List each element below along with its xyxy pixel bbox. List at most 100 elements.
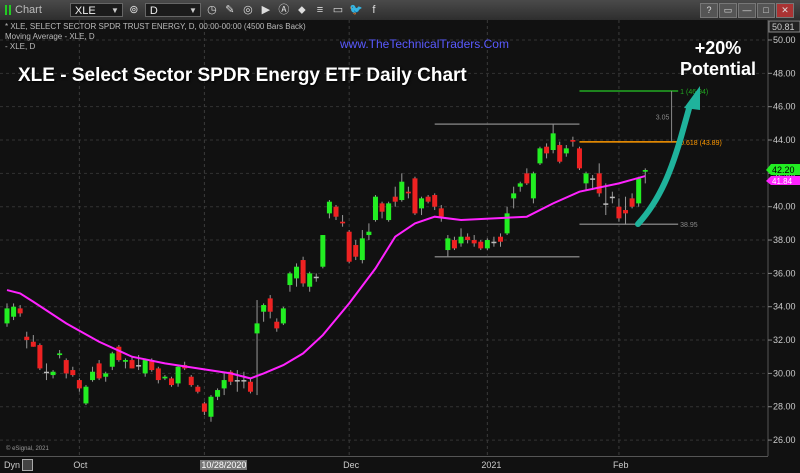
- candle-body: [57, 353, 63, 356]
- candle-body: [603, 203, 609, 205]
- candle-body: [247, 381, 253, 392]
- candle-body: [254, 323, 260, 334]
- candle: [116, 345, 122, 362]
- candle-body: [386, 203, 392, 221]
- candle-body: [50, 371, 56, 376]
- candle-body: [103, 373, 109, 377]
- candle-body: [17, 308, 23, 314]
- candle-body: [405, 191, 411, 194]
- candle-body: [544, 146, 550, 154]
- candle-body: [76, 380, 82, 389]
- y-tick-label: 26.00: [773, 435, 796, 445]
- candle: [280, 306, 286, 326]
- candle-body: [366, 231, 372, 236]
- candle-body: [287, 273, 293, 286]
- candle-body: [142, 360, 148, 374]
- candle-body: [96, 363, 102, 379]
- candle: [37, 343, 43, 371]
- candle-body: [511, 193, 517, 199]
- y-tick-label: 32.00: [773, 335, 796, 345]
- candle-body: [30, 341, 36, 347]
- candle-body: [379, 203, 385, 212]
- candle-body: [307, 273, 313, 287]
- candle-body: [353, 245, 359, 257]
- candle-body: [346, 231, 352, 262]
- y-tick-label: 38.00: [773, 235, 796, 245]
- candle-body: [261, 305, 267, 312]
- x-tick-label: Oct: [73, 460, 88, 470]
- y-tick-label: 36.00: [773, 268, 796, 278]
- candle-body: [43, 371, 49, 374]
- candle-body: [129, 360, 135, 369]
- candle-body: [24, 336, 30, 341]
- swing-low-label: 38.95: [680, 222, 698, 229]
- scale-icon[interactable]: [22, 459, 33, 471]
- candle-body: [11, 306, 17, 317]
- candle-body: [458, 236, 464, 244]
- candle-body: [320, 235, 326, 267]
- candle-body: [484, 240, 490, 249]
- candle-body: [280, 308, 286, 324]
- candle-body: [530, 173, 536, 199]
- dyn-button[interactable]: Dyn: [4, 460, 20, 470]
- ma-price-label: 41.84: [772, 177, 793, 186]
- candle-body: [517, 183, 523, 187]
- candle: [83, 385, 89, 406]
- candle-body: [445, 238, 451, 251]
- candle-body: [616, 206, 622, 219]
- candle-body: [583, 173, 589, 184]
- candle-body: [90, 371, 96, 381]
- candle-body: [208, 396, 214, 417]
- candle: [188, 375, 194, 387]
- candle-body: [609, 196, 615, 199]
- candle-body: [83, 386, 89, 404]
- potential-percent: +20%: [694, 38, 742, 58]
- candle-body: [557, 145, 563, 162]
- y-tick-label: 50.00: [773, 35, 796, 45]
- y-tick-label: 28.00: [773, 402, 796, 412]
- x-tick-label: Dec: [343, 460, 360, 470]
- last-price-label: 42.20: [772, 165, 795, 175]
- candle-body: [294, 266, 300, 279]
- candle-body: [313, 276, 319, 279]
- x-tick-label: Feb: [612, 460, 629, 470]
- candle-body: [392, 196, 398, 202]
- candle-body: [399, 181, 405, 201]
- candle-body: [175, 366, 181, 384]
- candle-body: [570, 140, 576, 142]
- candle-body: [537, 148, 543, 164]
- candle-body: [419, 198, 425, 209]
- candle-body: [412, 178, 418, 214]
- y-tick-label: 34.00: [773, 302, 796, 312]
- candle-body: [359, 238, 365, 261]
- candle-body: [438, 208, 444, 217]
- y-tick-label: 40.00: [773, 202, 796, 212]
- candle-body: [162, 376, 168, 379]
- candle-body: [241, 380, 247, 382]
- candle-body: [550, 133, 556, 151]
- time-axis[interactable]: Dyn Oct 10/28/2020 Dec 2021 Feb: [0, 456, 768, 473]
- website-watermark: www.TheTechnicalTraders.Com: [340, 37, 509, 51]
- fib-618-label: 0.618 (43.89): [680, 140, 722, 147]
- candle-body: [221, 380, 227, 389]
- candle-body: [326, 201, 332, 214]
- candle-body: [155, 368, 161, 381]
- candle: [537, 146, 543, 166]
- candle-body: [4, 308, 10, 324]
- candle-body: [504, 213, 510, 234]
- candle-body: [109, 353, 115, 367]
- legend-ma-line: Moving Average - XLE, D: [5, 32, 95, 41]
- candle-body: [629, 198, 635, 207]
- candle-body: [478, 241, 484, 249]
- y-top-label: 50.81: [772, 22, 795, 32]
- candle: [484, 238, 490, 251]
- candle-body: [524, 173, 530, 184]
- candle: [386, 201, 392, 222]
- candle-body: [267, 298, 273, 312]
- candle-body: [169, 378, 174, 386]
- candle-body: [188, 376, 194, 386]
- candle: [346, 230, 352, 264]
- candle-body: [333, 206, 339, 217]
- candle-body: [498, 236, 503, 242]
- candle-body: [215, 390, 221, 397]
